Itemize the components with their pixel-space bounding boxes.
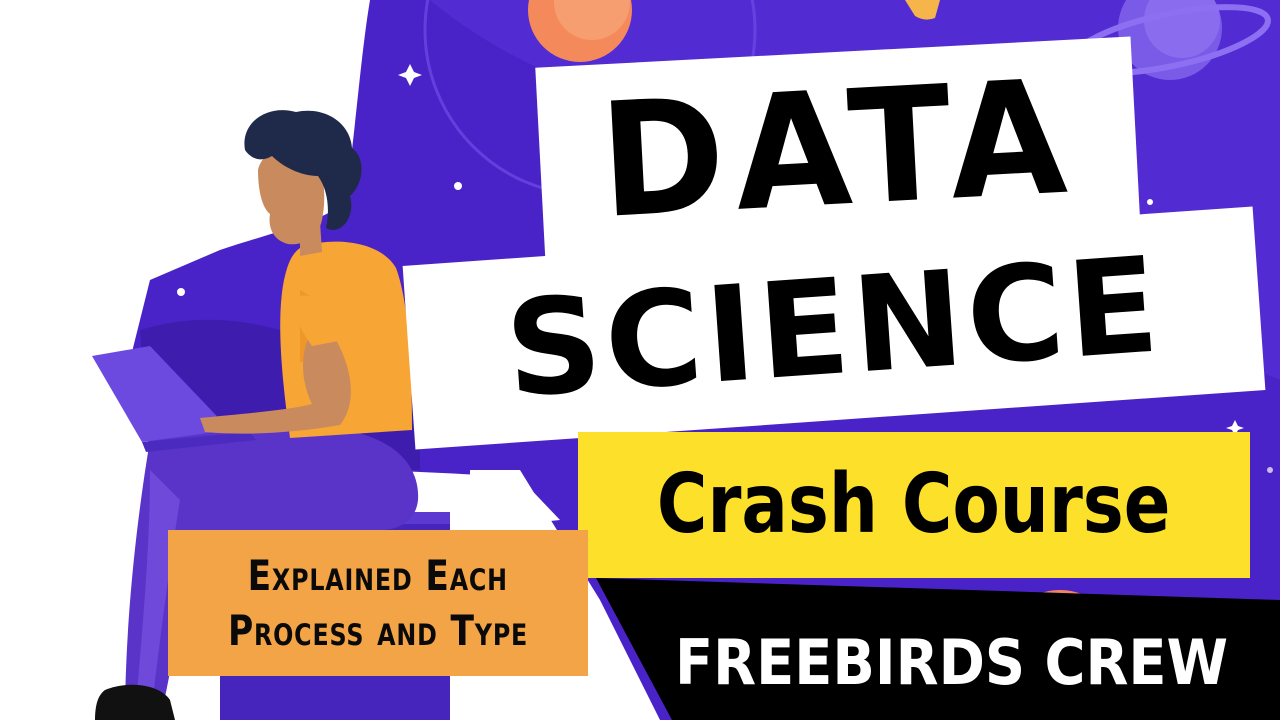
thumbnail-canvas: DATA SCIENCE Crash Course Explained Each…: [0, 0, 1280, 720]
tagline-line2: Process and Type: [227, 606, 529, 655]
headline-line2: SCIENCE: [501, 228, 1167, 428]
brand-name: FREEBIRDS CREW: [675, 626, 1229, 699]
headline-line1: DATA: [595, 46, 1081, 254]
subheadline: Crash Course: [657, 457, 1171, 552]
subheadline-box: Crash Course: [578, 432, 1250, 578]
tagline-box: Explained Each Process and Type: [168, 530, 588, 676]
tagline-line1: Explained Each: [247, 550, 509, 600]
